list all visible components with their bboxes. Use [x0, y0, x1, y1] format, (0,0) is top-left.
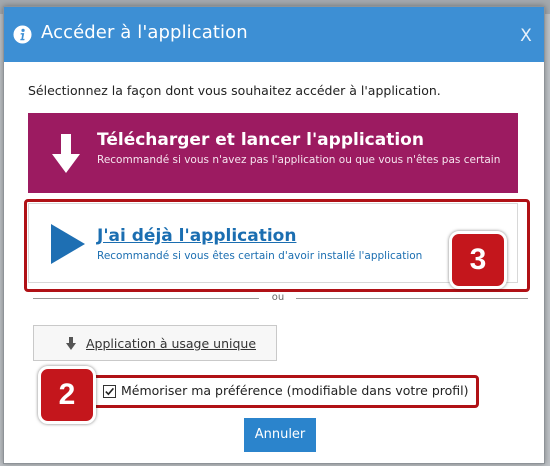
remember-preference-label[interactable]: Mémoriser ma préférence (modifiable dans…	[121, 383, 469, 398]
cancel-button[interactable]: Annuler	[244, 418, 316, 452]
arrow-down-icon	[66, 337, 76, 350]
divider-left	[33, 298, 259, 299]
info-icon	[13, 25, 32, 44]
arrow-down-icon	[52, 134, 80, 173]
single-use-app-label: Application à usage unique	[86, 336, 257, 351]
dialog-title-bar: Accéder à l'application X	[4, 7, 544, 62]
single-use-app-button[interactable]: Application à usage unique	[33, 325, 277, 361]
step-3-callout-badge: 3	[449, 231, 507, 289]
access-application-dialog: Accéder à l'application X Sélectionnez l…	[3, 6, 545, 464]
close-button[interactable]: X	[516, 25, 536, 47]
download-and-launch-button[interactable]: Télécharger et lancer l'application Reco…	[28, 113, 518, 193]
divider-label: ou	[271, 292, 285, 303]
divider-right	[296, 298, 528, 299]
download-subtitle: Recommandé si vous n'avez pas l'applicat…	[97, 154, 501, 166]
remember-preference-checkbox[interactable]	[103, 385, 116, 398]
checkmark-icon	[105, 387, 115, 396]
dialog-title: Accéder à l'application	[41, 22, 248, 43]
download-title: Télécharger et lancer l'application	[97, 130, 424, 150]
step-2-callout-badge: 2	[38, 366, 96, 424]
intro-text: Sélectionnez la façon dont vous souhaite…	[28, 83, 441, 98]
